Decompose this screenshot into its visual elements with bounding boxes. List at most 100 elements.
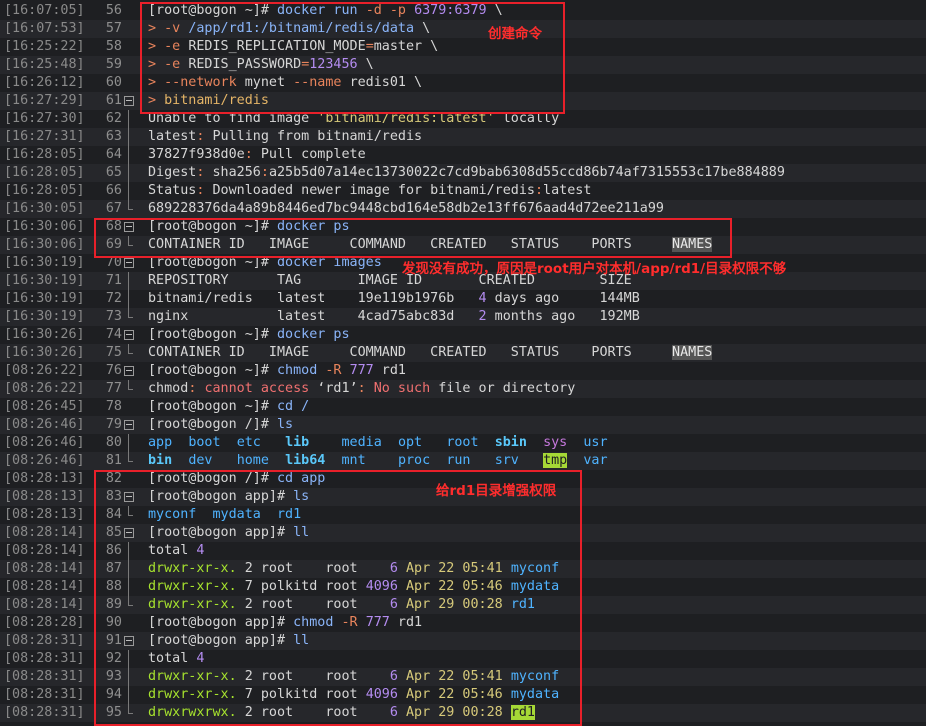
text-token: Apr 29 00:28 — [406, 705, 503, 720]
text-token: cd / — [277, 399, 310, 414]
timestamp: [16:25:48] — [4, 57, 85, 72]
text-token: sys — [543, 435, 568, 450]
fold-collapse-icon[interactable] — [124, 222, 134, 232]
text-token: cannot access — [204, 381, 310, 396]
timestamp: [16:30:19] — [4, 273, 85, 288]
text-token: rd1 — [510, 597, 535, 612]
text-token: myconf — [510, 669, 560, 684]
text-token: : — [196, 129, 213, 144]
fold-guide — [128, 578, 129, 596]
text-token: : — [196, 183, 213, 198]
text-token: run — [446, 453, 471, 468]
text-token: 777 — [365, 615, 390, 630]
text-token: \ — [414, 21, 431, 36]
fold-collapse-icon[interactable] — [124, 96, 134, 106]
text-token: drwxr-xr-x. — [148, 597, 237, 612]
timestamp: [16:27:31] — [4, 129, 85, 144]
line-number: 62 — [105, 111, 122, 126]
fold-collapse-icon[interactable] — [124, 258, 134, 268]
text-token: [root@bogon ~]# — [148, 327, 277, 342]
text-token: Pull complete — [260, 147, 366, 162]
fold-collapse-icon[interactable] — [124, 636, 134, 646]
text-token: redis01 — [349, 75, 406, 90]
line-number: 75 — [105, 345, 122, 360]
text-token: drwxrwxrwx. — [148, 705, 237, 720]
text-token: file or directory — [430, 381, 576, 396]
fold-collapse-icon[interactable] — [124, 528, 134, 538]
text-token: cd app — [277, 471, 326, 486]
text-token: tmp — [543, 453, 568, 468]
timestamp: [16:30:26] — [4, 345, 85, 360]
fold-guide — [128, 308, 133, 318]
terminal-output[interactable]: [16:07:05] 56 [root@bogon ~]# docker run -… — [0, 2, 926, 722]
line-number: 80 — [105, 435, 122, 450]
text-token: Pulling from bitnami/redis — [212, 129, 423, 144]
timestamp: [16:30:19] — [4, 309, 85, 324]
annotation-create-command: 创建命令 — [488, 26, 542, 42]
timestamp: [08:28:13] — [4, 471, 85, 486]
line-number: 77 — [105, 381, 122, 396]
line-text: [root@bogon ~]# docker ps — [148, 218, 350, 236]
fold-collapse-icon[interactable] — [124, 420, 134, 430]
timestamp: [08:28:14] — [4, 561, 85, 576]
line-number: 61 — [105, 93, 122, 108]
text-token: > — [148, 93, 165, 108]
text-token: docker images — [277, 255, 382, 270]
text-token: usr — [583, 435, 608, 450]
text-token: rd1 — [373, 363, 406, 378]
line-text: [root@bogon ~]# docker images — [148, 254, 382, 272]
fold-collapse-icon[interactable] — [124, 330, 134, 340]
fold-guide — [128, 200, 133, 210]
fold-guide — [128, 344, 133, 354]
text-token: docker ps — [277, 327, 350, 342]
terminal-line: [08:26:46] 79 [root@bogon /]# ls — [0, 416, 926, 434]
text-token: mnt — [341, 453, 366, 468]
text-token: mydata — [510, 687, 560, 702]
fold-collapse-icon[interactable] — [124, 366, 134, 376]
text-token: mydata — [212, 507, 261, 522]
line-number: 73 — [105, 309, 122, 324]
terminal-line: [16:07:53] 57 > -v /app/rd1:/bitnami/redis… — [0, 20, 926, 38]
line-text: > -v /app/rd1:/bitnami/redis/data \ — [148, 20, 430, 38]
text-token: NAMES — [672, 345, 713, 360]
text-token: proc — [397, 453, 431, 468]
timestamp: [16:27:30] — [4, 111, 85, 126]
text-token: 6 — [389, 597, 398, 612]
text-token: \ — [422, 39, 439, 54]
fold-guide — [128, 668, 129, 686]
text-token: Unable to find image — [148, 111, 318, 126]
text-token: root — [446, 435, 479, 450]
terminal-line: [16:27:29] 61 > bitnami/redis — [0, 92, 926, 110]
fold-guide — [128, 560, 129, 578]
line-text: [root@bogon /]# ls — [148, 416, 293, 434]
fold-guide — [128, 290, 129, 308]
timestamp: [16:27:29] — [4, 93, 85, 108]
fold-guide — [128, 452, 133, 462]
timestamp: [16:30:19] — [4, 255, 85, 270]
text-token: ls — [277, 417, 294, 432]
text-token: locally — [494, 111, 560, 126]
timestamp: [08:28:14] — [4, 543, 85, 558]
fold-collapse-icon[interactable] — [124, 492, 134, 502]
text-token: 2 — [478, 309, 487, 324]
text-token: rd1 — [510, 705, 535, 720]
text-token: > — [148, 39, 165, 54]
text-token: 6 — [389, 705, 398, 720]
terminal-line: [16:30:26] 75 CONTAINER ID IMAGE COMMAND C… — [0, 344, 926, 362]
timestamp: [08:28:31] — [4, 633, 85, 648]
text-token: 'bitnami/redis:latest' — [317, 111, 495, 126]
terminal-line: [08:26:46] 80 app boot etc lib media opt r… — [0, 434, 926, 452]
text-token: 2 root root — [236, 561, 390, 576]
text-token: > — [148, 75, 165, 90]
